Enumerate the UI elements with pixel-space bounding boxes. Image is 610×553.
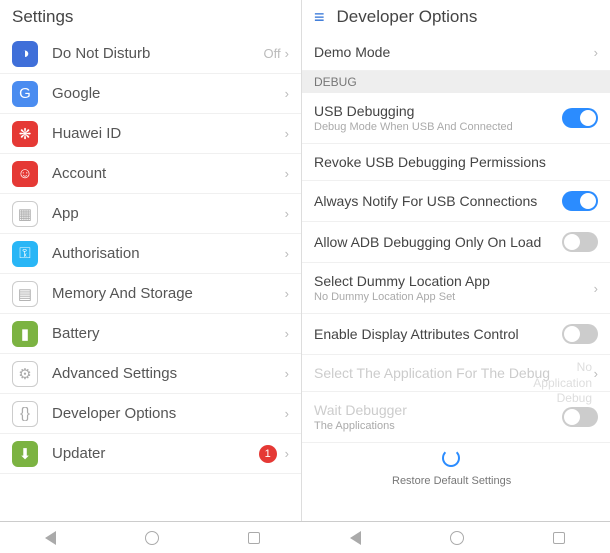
toggle-wait-debugger <box>562 407 598 427</box>
sidebar-item-advanced[interactable]: ⚙ Advanced Settings › <box>0 354 301 394</box>
label: Authorisation <box>52 245 285 262</box>
label: Google <box>52 85 285 102</box>
recent-button[interactable] <box>246 530 262 546</box>
google-icon: G <box>12 81 38 107</box>
chevron-right-icon: › <box>285 246 289 261</box>
toggle-adb-onload[interactable] <box>562 232 598 252</box>
chevron-right-icon: › <box>594 45 598 60</box>
update-badge: 1 <box>259 445 277 463</box>
restore-defaults[interactable]: Restore Default Settings <box>392 475 511 487</box>
settings-title: Settings <box>0 0 301 34</box>
label: Memory And Storage <box>52 285 285 302</box>
label: Select Dummy Location App <box>314 273 594 289</box>
back-button[interactable] <box>43 530 59 546</box>
gear-icon: ⚙ <box>12 361 38 387</box>
loading-spinner-icon <box>442 449 460 467</box>
section-debug: DEBUG <box>302 71 610 93</box>
sidebar-item-huawei[interactable]: ❋ Huawei ID › <box>0 114 301 154</box>
chevron-right-icon: › <box>285 46 289 61</box>
row-adb-onload[interactable]: Allow ADB Debugging Only On Load <box>302 222 610 263</box>
sidebar-item-dnd[interactable]: ◑ Do Not Disturb Off › <box>0 34 301 74</box>
sidebar-item-developer[interactable]: {} Developer Options › <box>0 394 301 434</box>
storage-icon: ▤ <box>12 281 38 307</box>
key-icon: ⚿ <box>12 241 38 267</box>
status-off: Off <box>264 46 281 61</box>
hamburger-icon[interactable]: ≡ <box>314 7 325 28</box>
chevron-right-icon: › <box>594 366 598 381</box>
sidebar-item-memory[interactable]: ▤ Memory And Storage › <box>0 274 301 314</box>
row-usb-debugging[interactable]: USB Debugging Debug Mode When USB And Co… <box>302 93 610 144</box>
page-title: Developer Options <box>337 7 478 27</box>
code-icon: {} <box>12 401 38 427</box>
toggle-display-attrs[interactable] <box>562 324 598 344</box>
chevron-right-icon: › <box>285 86 289 101</box>
chevron-right-icon: › <box>285 286 289 301</box>
label: Enable Display Attributes Control <box>314 326 562 342</box>
sidebar-item-google[interactable]: G Google › <box>0 74 301 114</box>
row-display-attrs[interactable]: Enable Display Attributes Control <box>302 314 610 355</box>
chevron-right-icon: › <box>285 446 289 461</box>
battery-icon: ▮ <box>12 321 38 347</box>
sidebar-item-account[interactable]: ☺ Account › <box>0 154 301 194</box>
sublabel: The Applications <box>314 420 562 432</box>
chevron-right-icon: › <box>285 126 289 141</box>
label: Developer Options <box>52 405 285 422</box>
label: Demo Mode <box>314 44 594 60</box>
toggle-usb-debugging[interactable] <box>562 108 598 128</box>
chevron-right-icon: › <box>594 281 598 296</box>
sidebar-item-updater[interactable]: ⬇ Updater 1 › <box>0 434 301 474</box>
label: Allow ADB Debugging Only On Load <box>314 234 562 250</box>
row-notify-usb[interactable]: Always Notify For USB Connections <box>302 181 610 222</box>
label: App <box>52 205 285 222</box>
sidebar-item-authorisation[interactable]: ⚿ Authorisation › <box>0 234 301 274</box>
home-button[interactable] <box>449 530 465 546</box>
sidebar-item-app[interactable]: ▦ App › <box>0 194 301 234</box>
label: Huawei ID <box>52 125 285 142</box>
huawei-icon: ❋ <box>12 121 38 147</box>
chevron-right-icon: › <box>285 326 289 341</box>
toggle-notify-usb[interactable] <box>562 191 598 211</box>
row-demo-mode[interactable]: Demo Mode › <box>302 34 610 71</box>
apps-icon: ▦ <box>12 201 38 227</box>
label: Battery <box>52 325 285 342</box>
sidebar-item-battery[interactable]: ▮ Battery › <box>0 314 301 354</box>
sublabel: No Dummy Location App Set <box>314 291 594 303</box>
label: Wait Debugger <box>314 402 562 418</box>
row-revoke-usb[interactable]: Revoke USB Debugging Permissions <box>302 144 610 181</box>
home-button[interactable] <box>144 530 160 546</box>
label: Always Notify For USB Connections <box>314 193 562 209</box>
label: Do Not Disturb <box>52 45 264 62</box>
recent-button[interactable] <box>551 530 567 546</box>
label: Revoke USB Debugging Permissions <box>314 154 598 170</box>
chevron-right-icon: › <box>285 206 289 221</box>
download-icon: ⬇ <box>12 441 38 467</box>
label: Updater <box>52 445 259 462</box>
system-navbar <box>0 521 610 553</box>
moon-icon: ◑ <box>12 41 38 67</box>
label: USB Debugging <box>314 103 562 119</box>
row-dummy-location[interactable]: Select Dummy Location App No Dummy Locat… <box>302 263 610 314</box>
label: Account <box>52 165 285 182</box>
label: Advanced Settings <box>52 365 285 382</box>
chevron-right-icon: › <box>285 366 289 381</box>
sublabel: Debug Mode When USB And Connected <box>314 121 562 133</box>
account-icon: ☺ <box>12 161 38 187</box>
chevron-right-icon: › <box>285 166 289 181</box>
back-button[interactable] <box>348 530 364 546</box>
chevron-right-icon: › <box>285 406 289 421</box>
